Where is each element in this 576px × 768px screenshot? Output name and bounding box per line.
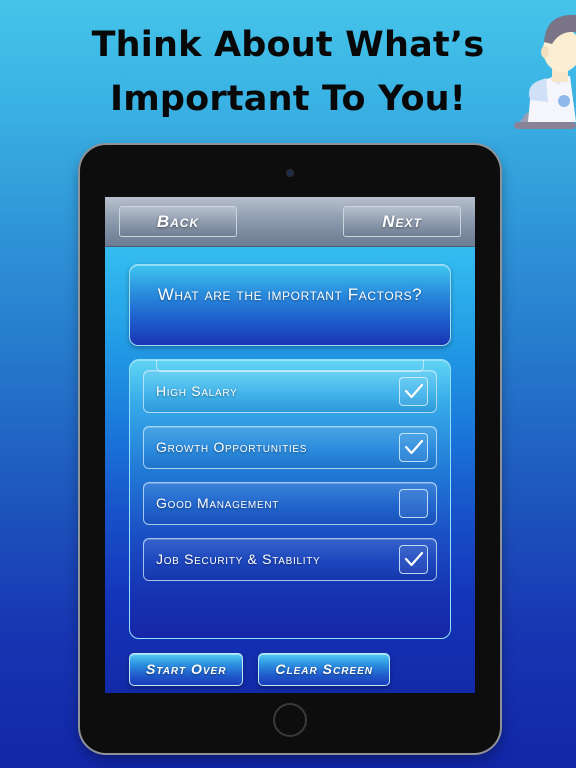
checkbox-growth-opportunities[interactable]	[399, 433, 428, 462]
home-button[interactable]	[273, 703, 307, 737]
factors-list-panel[interactable]: High Salary Growth Opportunities Good Ma…	[129, 359, 451, 639]
navigation-bar: Back Next	[105, 197, 475, 247]
question-panel: What are the important Factors?	[129, 264, 451, 346]
checkbox-good-management[interactable]	[399, 489, 428, 518]
checkbox-job-security-stability[interactable]	[399, 545, 428, 574]
next-button[interactable]: Next	[343, 206, 461, 237]
clear-screen-button[interactable]: Clear Screen	[258, 653, 390, 686]
list-item[interactable]: Growth Opportunities	[143, 426, 437, 469]
tablet-screen: Back Next What are the important Factors…	[105, 197, 475, 693]
page-title: Think About What’s Important To You!	[0, 18, 576, 126]
list-item-label: Job Security & Stability	[156, 551, 321, 567]
list-item[interactable]: Job Security & Stability	[143, 538, 437, 581]
tablet-device: Back Next What are the important Factors…	[80, 145, 500, 753]
checkbox-high-salary[interactable]	[399, 377, 428, 406]
camera-icon	[287, 170, 293, 176]
back-button[interactable]: Back	[119, 206, 237, 237]
page-title-line-2: Important To You!	[110, 79, 466, 119]
list-item[interactable]: High Salary	[143, 370, 437, 413]
action-button-row: Start Over Clear Screen	[129, 653, 451, 686]
list-item[interactable]: Good Management	[143, 482, 437, 525]
list-item-label: High Salary	[156, 383, 238, 399]
list-item-label: Growth Opportunities	[156, 439, 308, 455]
start-over-button[interactable]: Start Over	[129, 653, 244, 686]
list-item-label: Good Management	[156, 495, 280, 511]
page-title-line-1: Think About What’s	[91, 25, 485, 65]
